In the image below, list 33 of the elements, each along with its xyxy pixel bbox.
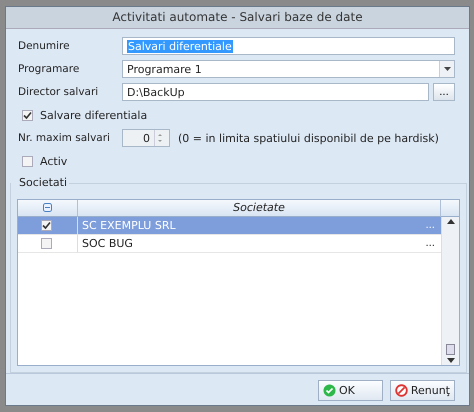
group-title: Societati — [17, 176, 70, 189]
checkbox-label: Salvare diferentiala — [40, 108, 148, 122]
more-button[interactable]: ... — [425, 238, 435, 249]
ok-button[interactable]: OK — [318, 380, 383, 401]
field-label: Denumire — [18, 40, 71, 52]
column-header[interactable]: Societate — [78, 200, 441, 217]
checkbox[interactable] — [22, 156, 33, 167]
field-label: Nr. maxim salvari — [18, 132, 111, 144]
count-spinner[interactable]: 0 — [122, 129, 170, 148]
field-label: Programare — [18, 63, 80, 76]
cancel-button[interactable]: Renunţ — [390, 380, 455, 401]
checkbox[interactable] — [22, 110, 33, 121]
company-name: SOC BUG — [82, 236, 133, 250]
schedule-dropdown[interactable]: Programare 1 — [122, 60, 455, 78]
window-title: Activitati automate - Salvari baze de date — [6, 7, 469, 29]
company-name: SC EXEMPLU SRL — [82, 218, 176, 232]
checkbox[interactable] — [40, 238, 52, 249]
checkbox[interactable] — [40, 220, 52, 231]
checkbox-cell[interactable] — [18, 234, 78, 253]
scroll-thumb[interactable] — [446, 344, 455, 355]
hint-text: (0 = in limita spatiului disponibil de pe hardisk) — [178, 132, 439, 145]
scroll-down-icon[interactable] — [446, 358, 454, 363]
checkbox-cell[interactable] — [18, 216, 78, 235]
check-icon — [323, 384, 336, 397]
scrollbar[interactable] — [441, 216, 459, 365]
company-cell[interactable]: SOC BUG ... — [78, 234, 441, 253]
field-label: Director salvari — [18, 86, 100, 98]
collapse-icon[interactable] — [43, 203, 52, 212]
prohibited-icon — [395, 384, 408, 397]
checkbox-label: Activ — [40, 154, 68, 168]
folder-field[interactable]: D:\BackUp — [122, 83, 429, 102]
caret-icon[interactable] — [439, 61, 454, 78]
browse-button[interactable]: ... — [433, 83, 455, 102]
